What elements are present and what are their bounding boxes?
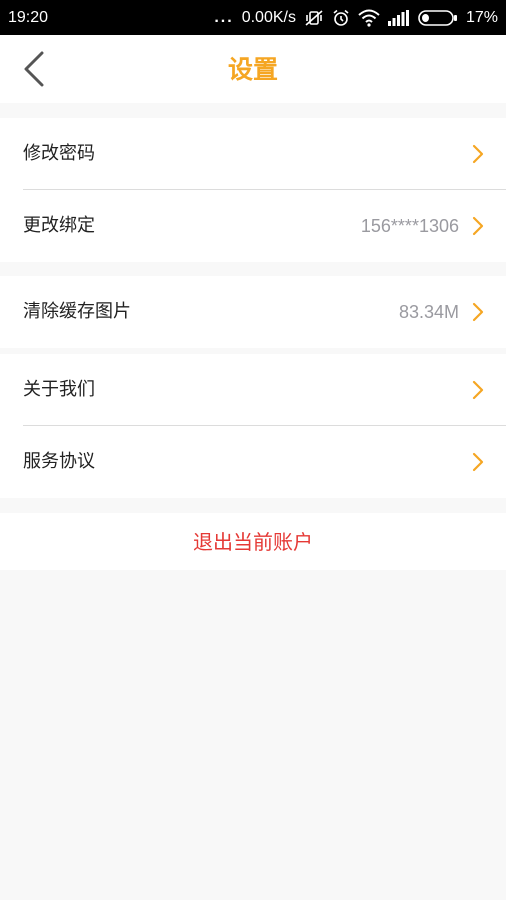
- logout-label: 退出当前账户: [193, 530, 313, 554]
- clear-cache-row[interactable]: 清除缓存图片 83.34M: [0, 276, 506, 348]
- chevron-right-icon: [472, 380, 484, 400]
- status-bar: 19:20 ... 0.00K/s 17%: [0, 0, 506, 35]
- status-time: 19:20: [8, 8, 49, 26]
- account-settings-group: 修改密码 更改绑定 156****1306: [0, 118, 506, 262]
- service-agreement-row[interactable]: 服务协议: [0, 426, 506, 498]
- change-password-row[interactable]: 修改密码: [0, 118, 506, 190]
- wifi-icon: [358, 9, 380, 27]
- chevron-right-icon: [472, 144, 484, 164]
- info-settings-group: 关于我们 服务协议: [0, 354, 506, 498]
- about-us-row[interactable]: 关于我们: [0, 354, 506, 426]
- status-right-group: ... 0.00K/s 17%: [214, 9, 498, 27]
- logout-button[interactable]: 退出当前账户: [0, 513, 506, 570]
- signal-icon: [387, 9, 410, 26]
- cache-size-value: 83.34M: [398, 302, 459, 322]
- clear-cache-label: 清除缓存图片: [23, 301, 131, 322]
- battery-icon: [418, 9, 458, 27]
- alarm-icon: [332, 9, 350, 27]
- nav-bar: 设置: [0, 35, 506, 103]
- network-speed: 0.00K/s: [241, 8, 296, 26]
- chevron-right-icon: [472, 302, 484, 322]
- cache-settings-group: 清除缓存图片 83.34M: [0, 276, 506, 348]
- chevron-right-icon: [472, 452, 484, 472]
- status-dots: ...: [214, 8, 234, 26]
- battery-percent: 17%: [465, 8, 498, 26]
- page-title: 设置: [227, 55, 278, 84]
- change-binding-label: 更改绑定: [23, 215, 95, 236]
- about-us-label: 关于我们: [23, 379, 95, 400]
- chevron-right-icon: [472, 216, 484, 236]
- bound-phone-value: 156****1306: [360, 216, 459, 236]
- service-agreement-label: 服务协议: [23, 451, 95, 472]
- vibrate-off-icon: [304, 9, 324, 27]
- change-password-label: 修改密码: [23, 143, 95, 164]
- change-binding-row[interactable]: 更改绑定 156****1306: [0, 190, 506, 262]
